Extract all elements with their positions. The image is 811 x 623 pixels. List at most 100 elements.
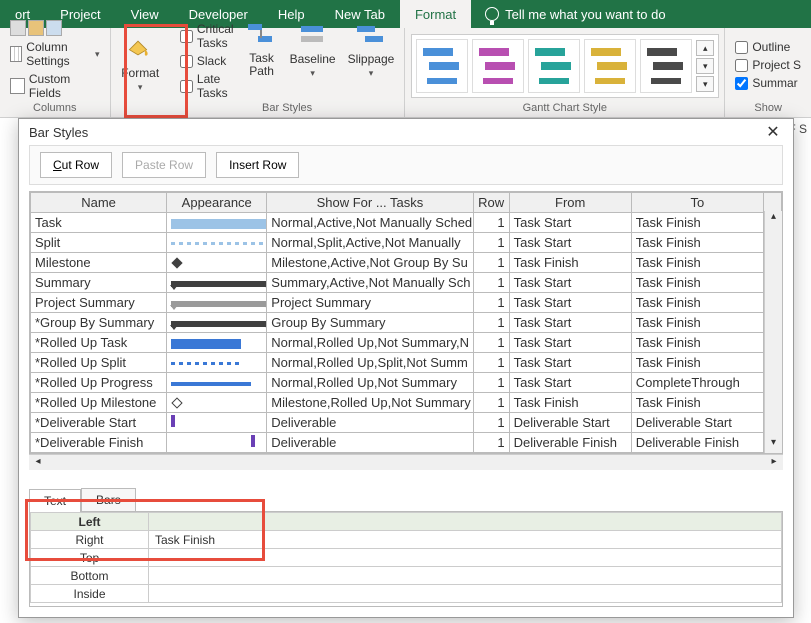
table-row[interactable]: Milestone Milestone,Active,Not Group By S… (31, 253, 782, 273)
slippage-button[interactable]: Slippage ▾ (344, 20, 399, 81)
cell-name[interactable]: *Rolled Up Task (31, 333, 167, 353)
cell-appearance[interactable] (167, 373, 267, 393)
custom-fields-button[interactable]: Custom Fields (6, 70, 104, 102)
cell-appearance[interactable] (167, 293, 267, 313)
late-tasks-checkbox[interactable] (180, 80, 193, 93)
cell-appearance[interactable] (167, 433, 267, 453)
table-row[interactable]: SplitNormal,Split,Active,Not Manually1Ta… (31, 233, 782, 253)
cell-appearance[interactable] (167, 253, 267, 273)
cell-row[interactable]: 1 (473, 353, 509, 373)
cell-showfor[interactable]: Normal,Rolled Up,Not Summary,N (267, 333, 473, 353)
text-row-label[interactable]: Bottom (31, 567, 149, 585)
tab-format[interactable]: Format (400, 0, 471, 28)
cell-showfor[interactable]: Project Summary (267, 293, 473, 313)
cell-from[interactable]: Task Finish (509, 393, 631, 413)
cell-appearance[interactable] (167, 213, 267, 233)
cell-row[interactable]: 1 (473, 333, 509, 353)
text-row[interactable]: Bottom (31, 567, 782, 585)
cell-showfor[interactable]: Group By Summary (267, 313, 473, 333)
gantt-style-swatch[interactable] (416, 39, 468, 93)
cell-appearance[interactable] (167, 393, 267, 413)
scroll-down-button[interactable]: ▾ (766, 437, 782, 453)
col-showfor[interactable]: Show For ... Tasks (267, 193, 473, 213)
table-row[interactable]: *Rolled Up Task Normal,Rolled Up,Not Summ… (31, 333, 782, 353)
cell-to[interactable]: Deliverable Finish (631, 433, 763, 453)
text-row-value[interactable] (149, 585, 782, 603)
gallery-expand[interactable]: ▾ (696, 76, 714, 92)
cell-from[interactable]: Task Finish (509, 253, 631, 273)
cell-showfor[interactable]: Normal,Rolled Up,Split,Not Summ (267, 353, 473, 373)
cell-from[interactable]: Task Start (509, 353, 631, 373)
col-row[interactable]: Row (473, 193, 509, 213)
text-row-value[interactable] (149, 567, 782, 585)
gallery-scroll-up[interactable]: ▴ (696, 40, 714, 56)
col-to[interactable]: To (631, 193, 763, 213)
cell-to[interactable]: Task Finish (631, 273, 763, 293)
column-settings-button[interactable]: Column Settings ▾ (6, 38, 104, 70)
cell-name[interactable]: *Group By Summary (31, 313, 167, 333)
text-row-label[interactable]: Inside (31, 585, 149, 603)
text-row-label[interactable]: Top (31, 549, 149, 567)
cell-showfor[interactable]: Normal,Split,Active,Not Manually (267, 233, 473, 253)
bars-tab[interactable]: Bars (81, 488, 136, 511)
cell-showfor[interactable]: Deliverable (267, 433, 473, 453)
cell-row[interactable]: 1 (473, 373, 509, 393)
cell-from[interactable]: Task Start (509, 373, 631, 393)
table-row[interactable]: SummarySummary,Active,Not Manually Sch1T… (31, 273, 782, 293)
bar-styles-grid[interactable]: Name Appearance Show For ... Tasks Row F… (29, 191, 783, 454)
baseline-button[interactable]: Baseline ▾ (286, 20, 340, 81)
cell-showfor[interactable]: Deliverable (267, 413, 473, 433)
table-row[interactable]: *Rolled Up ProgressNormal,Rolled Up,Not … (31, 373, 782, 393)
cell-to[interactable]: Task Finish (631, 333, 763, 353)
project-summary-checkbox[interactable] (735, 59, 748, 72)
text-row-value[interactable]: Task Finish (149, 531, 782, 549)
cell-appearance[interactable] (167, 313, 267, 333)
text-row[interactable]: Inside (31, 585, 782, 603)
slack-checkbox[interactable] (180, 55, 193, 68)
cell-appearance[interactable] (167, 273, 267, 293)
cell-appearance[interactable] (167, 413, 267, 433)
cell-from[interactable]: Task Start (509, 213, 631, 233)
cell-name[interactable]: *Deliverable Finish (31, 433, 167, 453)
cell-to[interactable]: Task Finish (631, 213, 763, 233)
outline-checkbox[interactable] (735, 41, 748, 54)
cell-name[interactable]: Task (31, 213, 167, 233)
cell-showfor[interactable]: Milestone,Active,Not Group By Su (267, 253, 473, 273)
gantt-style-swatch[interactable] (528, 39, 580, 93)
table-row[interactable]: *Rolled Up SplitNormal,Rolled Up,Split,N… (31, 353, 782, 373)
scroll-up-button[interactable]: ▴ (766, 211, 782, 227)
cell-name[interactable]: Milestone (31, 253, 167, 273)
cell-name[interactable]: Summary (31, 273, 167, 293)
cell-to[interactable]: Task Finish (631, 293, 763, 313)
cell-row[interactable]: 1 (473, 233, 509, 253)
cell-to[interactable]: Deliverable Start (631, 413, 763, 433)
text-row-label[interactable]: Left (31, 513, 149, 531)
cell-showfor[interactable]: Normal,Active,Not Manually Sched (267, 213, 473, 233)
outline-number-toggle[interactable]: Outline (735, 40, 801, 54)
text-row[interactable]: Top (31, 549, 782, 567)
cell-name[interactable]: Project Summary (31, 293, 167, 313)
cell-from[interactable]: Task Start (509, 293, 631, 313)
table-row[interactable]: *Rolled Up MilestoneMilestone,Rolled Up,… (31, 393, 782, 413)
scroll-right-button[interactable]: ▸ (766, 456, 782, 472)
late-tasks-toggle[interactable]: Late Tasks (176, 70, 238, 102)
cell-name[interactable]: *Rolled Up Milestone (31, 393, 167, 413)
cell-row[interactable]: 1 (473, 213, 509, 233)
table-row[interactable]: *Deliverable Finish Deliverable1 Deliverab… (31, 433, 782, 453)
cell-appearance[interactable] (167, 353, 267, 373)
cell-from[interactable]: Task Start (509, 273, 631, 293)
insert-row-button[interactable]: Insert Row (216, 152, 299, 178)
cell-to[interactable]: Task Finish (631, 233, 763, 253)
tellme-search[interactable]: Tell me what you want to do (471, 7, 679, 22)
tab-view[interactable]: View (116, 0, 174, 28)
format-button[interactable]: Format ▾ (117, 34, 163, 95)
text-row[interactable]: Left (31, 513, 782, 531)
table-row[interactable]: *Group By SummaryGroup By Summary1Task S… (31, 313, 782, 333)
task-path-button[interactable]: Task Path (242, 20, 282, 80)
cell-row[interactable]: 1 (473, 433, 509, 453)
text-row[interactable]: RightTask Finish (31, 531, 782, 549)
vertical-scrollbar[interactable]: ▴ ▾ (764, 211, 782, 453)
cell-showfor[interactable]: Summary,Active,Not Manually Sch (267, 273, 473, 293)
table-row[interactable]: *Deliverable StartDeliverable1Deliverabl… (31, 413, 782, 433)
cell-row[interactable]: 1 (473, 253, 509, 273)
